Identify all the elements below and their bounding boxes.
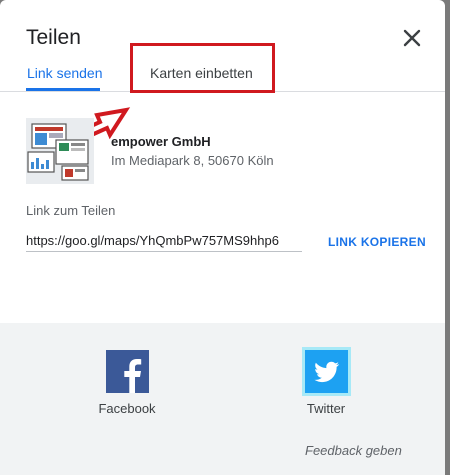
- close-icon: [403, 29, 421, 47]
- screens-image-icon: [26, 118, 94, 184]
- share-dialog: Teilen Link senden Karten einbetten empo…: [0, 0, 445, 475]
- place-address: Im Mediapark 8, 50670 Köln: [111, 153, 274, 168]
- share-link-input[interactable]: [26, 229, 302, 252]
- social-share-area: Facebook Twitter Feedback geben: [0, 323, 445, 475]
- facebook-label: Facebook: [98, 401, 156, 416]
- tab-link-senden[interactable]: Link senden: [27, 65, 103, 81]
- close-button[interactable]: [400, 26, 424, 50]
- annotation-highlight-box: [130, 43, 275, 93]
- place-thumbnail: [26, 118, 94, 184]
- facebook-icon: [105, 350, 149, 393]
- twitter-icon: [304, 350, 348, 393]
- place-name: empower GmbH: [111, 134, 211, 149]
- twitter-share-button[interactable]: Twitter: [301, 350, 351, 416]
- facebook-share-button[interactable]: Facebook: [96, 350, 158, 416]
- copy-link-button[interactable]: LINK KOPIEREN: [328, 235, 426, 249]
- twitter-label: Twitter: [306, 401, 346, 416]
- feedback-link[interactable]: Feedback geben: [305, 443, 402, 458]
- dialog-title: Teilen: [26, 26, 81, 49]
- share-link-label: Link zum Teilen: [26, 203, 116, 218]
